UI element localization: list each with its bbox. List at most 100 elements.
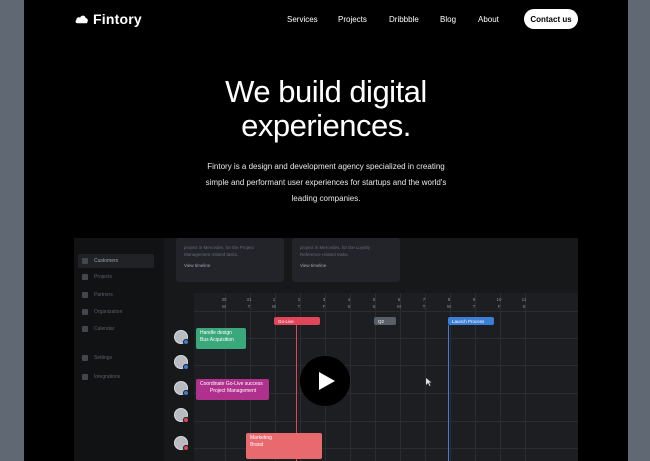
sidebar-item-partners: Partners [78, 288, 154, 302]
task-subtitle: Project Management [210, 388, 257, 394]
brand-name: Fintory [93, 11, 142, 27]
day-number: 7 [422, 297, 426, 302]
timeline-day-label: 1W [264, 296, 284, 310]
status-badge [183, 417, 189, 423]
day-number: 11 [521, 297, 527, 302]
building-icon [82, 309, 88, 315]
timeline-row-divider [194, 421, 578, 422]
brand-logo[interactable]: Fintory [74, 11, 142, 27]
hero-subtitle-line-2: simple and performant user experiences f… [205, 178, 447, 187]
sidebar-item-customers: Customers [78, 254, 154, 268]
timeline-row-divider [194, 338, 578, 339]
day-number: 30 [221, 297, 227, 302]
milestone-line [448, 325, 449, 461]
partners-icon [82, 292, 88, 298]
timeline-column [525, 293, 526, 461]
browser-viewport: Fintory Services Projects Dribbble Blog … [24, 0, 628, 461]
showreel-video[interactable]: Customers Projects Partners Organization… [74, 238, 578, 461]
calendar-icon [82, 326, 88, 332]
day-number: 9 [472, 297, 476, 302]
day-number: 3 [322, 297, 326, 302]
contact-us-button[interactable]: Contact us [524, 9, 578, 29]
sidebar-item-organization: Organization [78, 305, 154, 319]
nav-link-services[interactable]: Services [287, 15, 318, 24]
task-bar: Handle design Bus Acquisition [196, 328, 246, 349]
timeline-column [500, 293, 501, 461]
day-number: 31 [246, 297, 252, 302]
project-card: project in Mercedes, for the Project Man… [176, 238, 284, 282]
users-icon [82, 258, 88, 264]
sidebar-item-projects: Projects [78, 270, 154, 284]
view-timeline-button: View timeline [300, 263, 327, 268]
milestone-marker-q2: Q2 [374, 317, 396, 325]
timeline-day-label: 7T [414, 296, 434, 310]
timeline-column [225, 293, 226, 461]
task-subtitle: Bus Acquisition [200, 337, 234, 343]
day-of-week: T [422, 304, 426, 309]
day-of-week: W [271, 304, 277, 309]
day-of-week: F [322, 304, 326, 309]
sidebar-item-label: Organization [94, 309, 123, 315]
task-title: Handle design [200, 330, 232, 336]
day-number: 8 [447, 297, 451, 302]
sidebar-item-label: Partners [94, 292, 113, 298]
task-bar: Marketing Brand [246, 433, 322, 459]
sidebar-item-label: Integrations [94, 374, 121, 380]
sidebar-item-label: Settings [94, 355, 113, 361]
task-title: Coordinate Go-Live success [200, 381, 263, 387]
avatar [174, 330, 189, 345]
timeline-day-label: 3F [314, 296, 334, 310]
card-text: Reference related tasks. [300, 252, 349, 257]
nav-link-projects[interactable]: Projects [338, 15, 367, 24]
hero-subtitle-line-1: Fintory is a design and development agen… [207, 162, 445, 171]
day-number: 1 [272, 297, 276, 302]
app-sidebar: Customers Projects Partners Organization… [74, 238, 164, 461]
view-timeline-button: View timeline [184, 263, 211, 268]
timeline-column [425, 293, 426, 461]
day-of-week: S [347, 304, 351, 309]
milestone-marker-launch: Launch Process [448, 317, 494, 325]
hero-title-line-1: We build digital [225, 74, 427, 109]
timeline-column [350, 293, 351, 461]
nav-link-about[interactable]: About [478, 15, 499, 24]
top-navigation: Fintory Services Projects Dribbble Blog … [24, 0, 628, 40]
card-text: Management related tasks. [184, 252, 239, 257]
day-of-week: M [397, 304, 401, 309]
day-number: 5 [372, 297, 376, 302]
day-of-week: T [247, 304, 251, 309]
avatar [174, 408, 189, 423]
grid-icon [82, 274, 88, 280]
nav-link-dribbble[interactable]: Dribbble [389, 15, 419, 24]
sidebar-item-integrations: Integrations [78, 370, 154, 384]
task-subtitle: Brand [250, 442, 264, 448]
task-title: Marketing [250, 435, 272, 441]
hero-subtitle: Fintory is a design and development agen… [194, 159, 458, 207]
card-text: project in Mercedes, for the Project [184, 245, 254, 250]
hero-title: We build digital experiences. [24, 75, 628, 143]
timeline-day-label: 11 S [514, 296, 534, 310]
nav-link-blog[interactable]: Blog [440, 15, 456, 24]
avatar [174, 436, 189, 451]
sidebar-item-label: Projects [94, 274, 113, 280]
day-number: 4 [347, 297, 351, 302]
timeline-day-label: 4S [339, 296, 359, 310]
mouse-cursor-icon [426, 378, 432, 386]
project-card: project in Mercedes, for the Loyalty Ref… [292, 238, 400, 282]
timeline-day-label: 31 T [239, 296, 259, 310]
timeline-column [400, 293, 401, 461]
avatar [174, 355, 189, 370]
status-badge [183, 445, 189, 451]
timeline-day-label: 30 M [214, 296, 234, 310]
sidebar-item-label: Calendar [94, 326, 115, 332]
avatar [174, 381, 189, 396]
timeline-day-label: 6M [389, 296, 409, 310]
sidebar-item-label: Customers [94, 258, 119, 264]
play-button[interactable] [300, 356, 350, 406]
play-icon [318, 372, 335, 390]
day-of-week: S [372, 304, 376, 309]
day-of-week: M [222, 304, 226, 309]
hero-subtitle-line-3: leading companies. [291, 194, 361, 203]
timeline-day-label: 9T [464, 296, 484, 310]
status-badge [183, 364, 189, 370]
day-number: 2 [297, 297, 301, 302]
